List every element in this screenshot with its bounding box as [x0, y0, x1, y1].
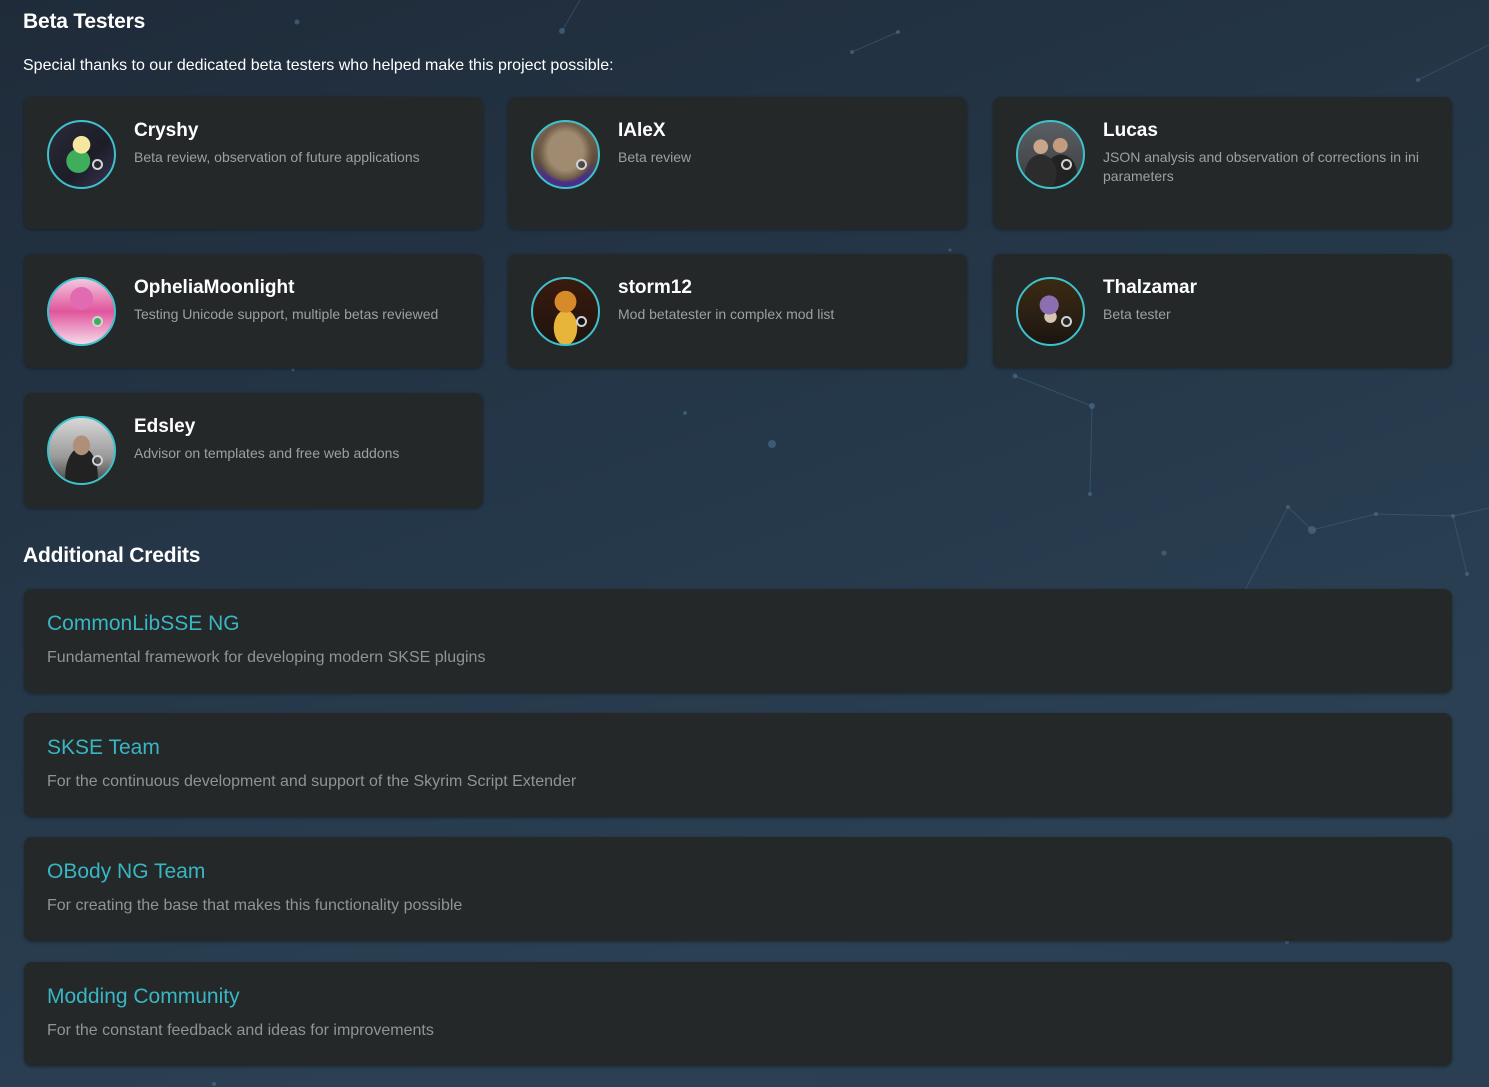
- additional-credits-heading: Additional Credits: [23, 544, 201, 567]
- tester-card-storm12: storm12 Mod betatester in complex mod li…: [508, 254, 967, 368]
- tester-role: Advisor on templates and free web addons: [134, 445, 400, 461]
- status-indicator-icon: [92, 316, 103, 327]
- tester-role: Testing Unicode support, multiple betas …: [134, 306, 439, 322]
- tester-card-lucas: Lucas JSON analysis and observation of c…: [993, 97, 1452, 229]
- credits-page: Beta Testers Special thanks to our dedic…: [0, 0, 1489, 1087]
- tester-name: Cryshy: [134, 120, 199, 141]
- credit-card-obody-ng-team: OBody NG Team For creating the base that…: [24, 837, 1452, 941]
- tester-name: OpheliaMoonlight: [134, 277, 295, 298]
- tester-role: Beta review: [618, 149, 692, 165]
- credit-card-modding-community: Modding Community For the constant feedb…: [24, 962, 1452, 1066]
- status-indicator-icon: [576, 316, 587, 327]
- status-indicator-icon: [1061, 159, 1072, 170]
- tester-card-thalzamar: Thalzamar Beta tester: [993, 254, 1452, 368]
- beta-testers-heading: Beta Testers: [23, 10, 146, 33]
- credit-card-commonlibsse: CommonLibSSE NG Fundamental framework fo…: [24, 589, 1452, 693]
- avatar-thalzamar: [1016, 277, 1085, 346]
- tester-name: storm12: [618, 277, 692, 298]
- credit-description: For the continuous development and suppo…: [47, 773, 577, 790]
- tester-card-ialex: IAleX Beta review: [508, 97, 967, 229]
- avatar-cryshy: [47, 120, 116, 189]
- tester-role: JSON analysis and observation of correct…: [1103, 149, 1419, 184]
- credit-name: OBody NG Team: [47, 860, 206, 883]
- status-indicator-icon: [576, 159, 587, 170]
- tester-card-cryshy: Cryshy Beta review, observation of futur…: [24, 97, 483, 229]
- credit-name: SKSE Team: [47, 736, 160, 759]
- status-indicator-icon: [92, 455, 103, 466]
- tester-name: IAleX: [618, 120, 666, 141]
- avatar-ialex: [531, 120, 600, 189]
- avatar-edsley: [47, 416, 116, 485]
- tester-card-opheliamoonlight: OpheliaMoonlight Testing Unicode support…: [24, 254, 483, 368]
- tester-name: Thalzamar: [1103, 277, 1197, 298]
- status-indicator-icon: [92, 159, 103, 170]
- tester-card-edsley: Edsley Advisor on templates and free web…: [24, 393, 483, 508]
- credit-name: Modding Community: [47, 985, 240, 1008]
- credit-name: CommonLibSSE NG: [47, 612, 240, 635]
- beta-testers-intro: Special thanks to our dedicated beta tes…: [23, 57, 614, 74]
- avatar-opheliamoonlight: [47, 277, 116, 346]
- avatar-lucas: [1016, 120, 1085, 189]
- tester-role: Beta tester: [1103, 306, 1171, 322]
- tester-role: Beta review, observation of future appli…: [134, 149, 420, 165]
- status-indicator-icon: [1061, 316, 1072, 327]
- credit-description: For the constant feedback and ideas for …: [47, 1022, 434, 1039]
- tester-name: Lucas: [1103, 120, 1158, 141]
- avatar-storm12: [531, 277, 600, 346]
- credit-description: For creating the base that makes this fu…: [47, 897, 463, 914]
- tester-role: Mod betatester in complex mod list: [618, 306, 835, 322]
- tester-name: Edsley: [134, 416, 196, 437]
- credit-description: Fundamental framework for developing mod…: [47, 649, 486, 666]
- credit-card-skse-team: SKSE Team For the continuous development…: [24, 713, 1452, 817]
